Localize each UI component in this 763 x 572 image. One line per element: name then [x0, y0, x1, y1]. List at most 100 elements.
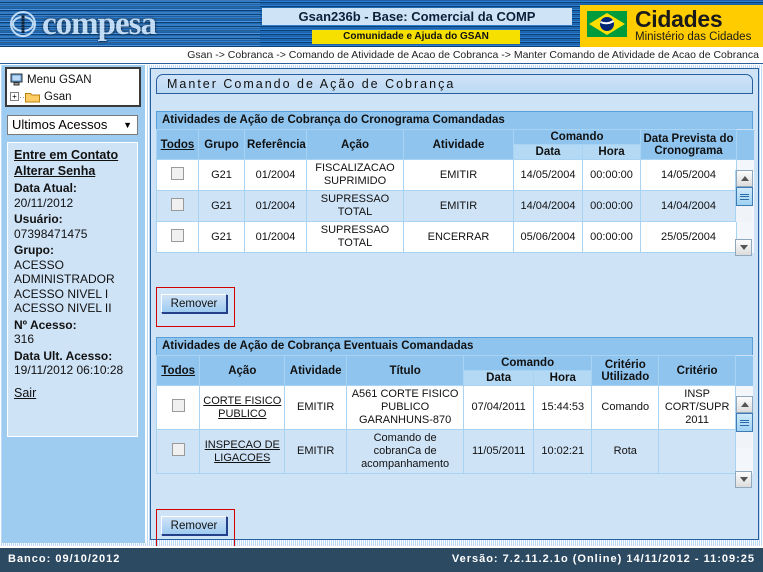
table-row[interactable]: G21 01/2004 SUPRESSAO TOTAL EMITIR 14/04… [156, 190, 754, 222]
remover-button-eventuais[interactable]: Remover [161, 516, 227, 535]
cell-atividade: EMITIR [403, 190, 514, 222]
cell-data: 14/05/2004 [513, 159, 583, 191]
section-eventuais-gridwrap: Todos Ação Atividade Título Comando Crit… [155, 355, 753, 488]
col-todos-2[interactable]: Todos [155, 355, 201, 386]
computer-icon [10, 73, 23, 86]
col-todos-1[interactable]: Todos [156, 129, 199, 160]
remover-highlight-2: Remover [156, 509, 235, 549]
ultimos-acessos-selected: Ultimos Acessos [12, 117, 108, 132]
cell-criterio-utilizado: Comando [591, 385, 660, 430]
col-comando-data-2: Data [462, 370, 535, 386]
cell-hora: 10:02:21 [533, 429, 593, 474]
cell-acao[interactable]: INSPECAO DE LIGACOES [199, 429, 286, 474]
scrollbar-cronograma[interactable] [735, 170, 753, 222]
col-comando-1: Comando [513, 129, 641, 145]
main-panel: Manter Comando de Ação de Cobrança Ativi… [150, 68, 759, 549]
col-comando-2: Comando [462, 355, 593, 371]
section-eventuais: Atividades de Ação de Cobrança Eventuais… [155, 337, 753, 488]
row-checkbox-cell[interactable] [155, 429, 201, 474]
row-checkbox[interactable] [171, 197, 184, 211]
table-row[interactable]: INSPECAO DE LIGACOES EMITIR Comando de c… [155, 429, 753, 474]
field-data-atual-value: 20/11/2012 [14, 195, 74, 210]
cell-data: 05/06/2004 [513, 221, 583, 253]
scrollbar-eventuais[interactable] [735, 396, 753, 448]
row-checkbox[interactable] [171, 166, 184, 180]
table-row[interactable]: CORTE FISICO PUBLICO EMITIR A561 CORTE F… [155, 385, 753, 430]
row-checkbox-cell[interactable] [155, 385, 201, 430]
table-cronograma-header-row-1: Todos Grupo Referência Ação Atividade Co… [156, 129, 754, 160]
scroll-down-button[interactable] [735, 239, 752, 256]
row-checkbox[interactable] [171, 228, 184, 242]
scrollbar-thumb[interactable] [736, 187, 753, 206]
field-data-atual: Data Atual: 20/11/2012 [14, 181, 131, 210]
menu-tree-child[interactable]: + ·· Gsan [10, 88, 136, 105]
cell-titulo: A561 CORTE FISICO PUBLICO GARANHUNS-870 [346, 385, 464, 430]
menu-tree-root[interactable]: Menu GSAN [10, 71, 136, 88]
compesa-wordmark: compesa [42, 6, 157, 42]
link-sair[interactable]: Sair [14, 385, 131, 401]
cell-criterio: INSP CORT/SUPR 2011 [658, 385, 736, 430]
arrow-down-icon [739, 477, 748, 482]
cell-acao[interactable]: CORTE FISICO PUBLICO [199, 385, 286, 430]
cell-referencia: 01/2004 [244, 221, 307, 253]
col-atividade-1: Atividade [403, 129, 514, 160]
table-cronograma-body: G21 01/2004 FISCALIZACAO SUPRIMIDO EMITI… [156, 159, 754, 253]
row-checkbox-cell[interactable] [156, 190, 199, 222]
community-help-badge[interactable]: Comunidade e Ajuda do GSAN [312, 30, 520, 44]
scrollbar-thumb[interactable] [736, 413, 753, 432]
col-todos-1-label[interactable]: Todos [161, 139, 195, 151]
section-cronograma-gridwrap: Todos Grupo Referência Ação Atividade Co… [156, 129, 754, 256]
field-n-acesso: Nº Acesso: 316 [14, 318, 131, 347]
brazil-flag-icon [586, 9, 628, 44]
col-criterio-utilizado: Critério Utilizado [591, 355, 660, 386]
col-referencia: Referência [244, 129, 307, 160]
link-acao[interactable]: CORTE FISICO PUBLICO [203, 395, 281, 420]
link-alterar-senha[interactable]: Alterar Senha [14, 163, 131, 179]
menu-tree-child-label: Gsan [44, 90, 72, 103]
col-todos-2-label[interactable]: Todos [161, 365, 195, 377]
col-atividade-2: Atividade [284, 355, 348, 386]
cell-hora: 00:00:00 [582, 190, 641, 222]
cell-data: 07/04/2011 [462, 385, 535, 430]
cell-referencia: 01/2004 [244, 159, 307, 191]
link-entre-em-contato[interactable]: Entre em Contato [14, 147, 131, 163]
row-checkbox-cell[interactable] [156, 221, 199, 253]
status-versao: Versão: 7.2.11.2.1o (Online) 14/11/2012 … [451, 553, 755, 565]
row-checkbox[interactable] [171, 399, 185, 412]
col-comando-hora-1: Hora [582, 144, 641, 160]
table-eventuais-header-row-1: Todos Ação Atividade Título Comando Crit… [155, 355, 753, 386]
section-eventuais-header: Atividades de Ação de Cobrança Eventuais… [156, 337, 753, 355]
ultimos-acessos-select[interactable]: Ultimos Acessos ▼ [7, 115, 138, 135]
scroll-down-button[interactable] [735, 471, 752, 488]
col-comando-hora-2: Hora [533, 370, 593, 386]
status-bar: Banco: 09/10/2012 Versão: 7.2.11.2.1o (O… [0, 546, 763, 572]
table-eventuais: Todos Ação Atividade Título Comando Crit… [155, 355, 753, 474]
link-acao[interactable]: INSPECAO DE LIGACOES [205, 439, 280, 464]
body-region: Menu GSAN + ·· Gsan Ultimos Acessos ▼ En… [0, 65, 763, 549]
remover-button-cronograma[interactable]: Remover [161, 294, 227, 313]
cell-hora: 15:44:53 [533, 385, 593, 430]
scroll-up-button[interactable] [736, 170, 753, 187]
cell-criterio [658, 429, 736, 474]
arrow-down-icon [739, 245, 748, 250]
user-info-panel: Entre em Contato Alterar Senha Data Atua… [7, 142, 138, 437]
page-title: Manter Comando de Ação de Cobrança [156, 74, 753, 94]
cell-titulo: Comando de cobranCa de acompanhamento [346, 429, 464, 474]
cell-data: 11/05/2011 [462, 429, 535, 474]
expand-icon[interactable]: + [10, 92, 19, 101]
row-checkbox-cell[interactable] [156, 159, 199, 191]
folder-icon [25, 91, 40, 103]
row-checkbox[interactable] [171, 443, 185, 456]
field-data-ult-acesso: Data Ult. Acesso: 19/11/2012 06:10:28 [14, 349, 131, 378]
cell-hora: 00:00:00 [582, 221, 641, 253]
cell-acao: SUPRESSAO TOTAL [306, 190, 404, 222]
cell-data-prevista: 14/04/2004 [640, 190, 737, 222]
ministerio-cidades-text: Cidades Ministério das Cidades [635, 8, 751, 44]
table-row[interactable]: G21 01/2004 FISCALIZACAO SUPRIMIDO EMITI… [156, 159, 754, 191]
table-row[interactable]: G21 01/2004 SUPRESSAO TOTAL ENCERRAR 05/… [156, 221, 754, 253]
scroll-up-button[interactable] [736, 396, 753, 413]
col-scroll-spacer-2 [735, 355, 753, 386]
status-banco: Banco: 09/10/2012 [8, 553, 121, 565]
arrow-up-icon [740, 176, 749, 181]
field-n-acesso-label: Nº Acesso: [14, 317, 77, 332]
